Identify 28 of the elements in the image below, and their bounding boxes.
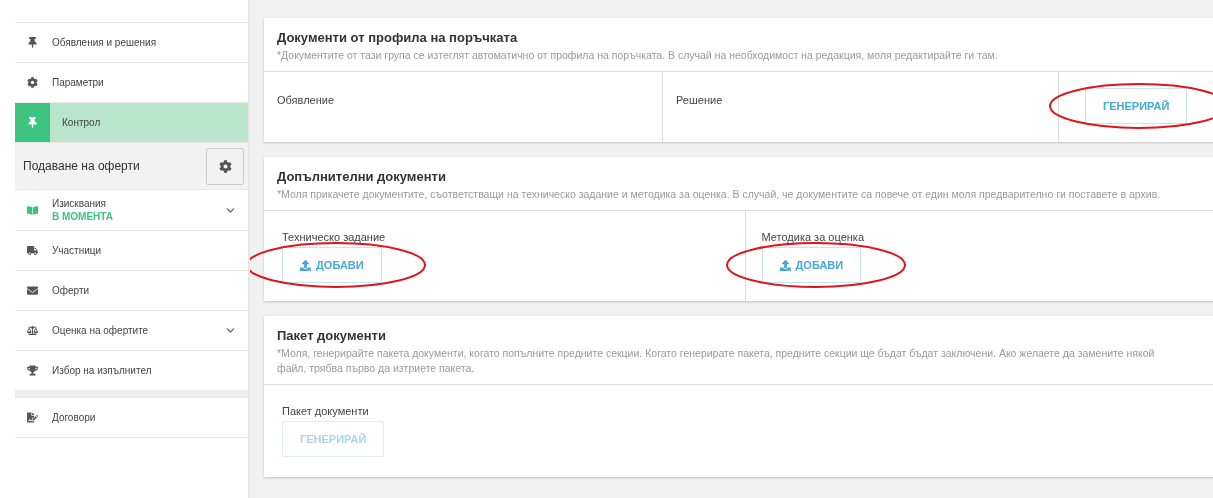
field-label: Решение	[676, 94, 723, 106]
card-title: Допълнителни документи	[277, 169, 447, 184]
card-note: *Моля прикачете документите, съответстващи на техническо задание и методика за оценка. В случай, че документите са повече от един моля предварително ги поставете в архив.	[277, 187, 1162, 202]
field-label: Пакет документи	[282, 405, 369, 417]
settings-icon	[27, 77, 38, 88]
field-label: Методика за оценка	[761, 231, 864, 243]
card-note: *Моля, генерирайте пакета документи, когато попълните предните секции. Когато генерирате пакета, предните секции ще бъдат бъдат заключени. Ако желаете да замените някой файл, трябва първо да изтриете пакета.	[277, 346, 1156, 376]
sidebar-item[interactable]: Контрол	[15, 102, 248, 142]
trophy-icon	[27, 365, 38, 376]
scales-icon	[27, 325, 38, 336]
truck-icon	[27, 245, 38, 256]
envelope-icon	[27, 285, 38, 296]
section-title: Подаване на оферти	[23, 159, 140, 173]
card-title: Пакет документи	[277, 328, 387, 343]
settings-button[interactable]	[206, 147, 244, 185]
sidebar-item-label: Изисквания	[52, 198, 108, 209]
pin-icon	[27, 117, 38, 128]
book-icon	[27, 204, 38, 216]
field-label: Техническо задание	[282, 231, 386, 243]
pin-icon	[27, 37, 38, 48]
status-label: В МОМЕНТА	[52, 211, 114, 222]
settings-icon	[218, 159, 232, 173]
card-note: *Документите от тази група се изтеглят автоматично от профила на поръчката. В случай на необходимост на редакция, моля редактирайте ги там.	[277, 48, 999, 63]
card-title: Документи от профила на поръчката	[277, 30, 519, 45]
upload-icon	[300, 259, 311, 271]
upload-icon	[779, 259, 791, 271]
document-icon	[27, 412, 38, 423]
field-label: Обявление	[277, 94, 335, 106]
